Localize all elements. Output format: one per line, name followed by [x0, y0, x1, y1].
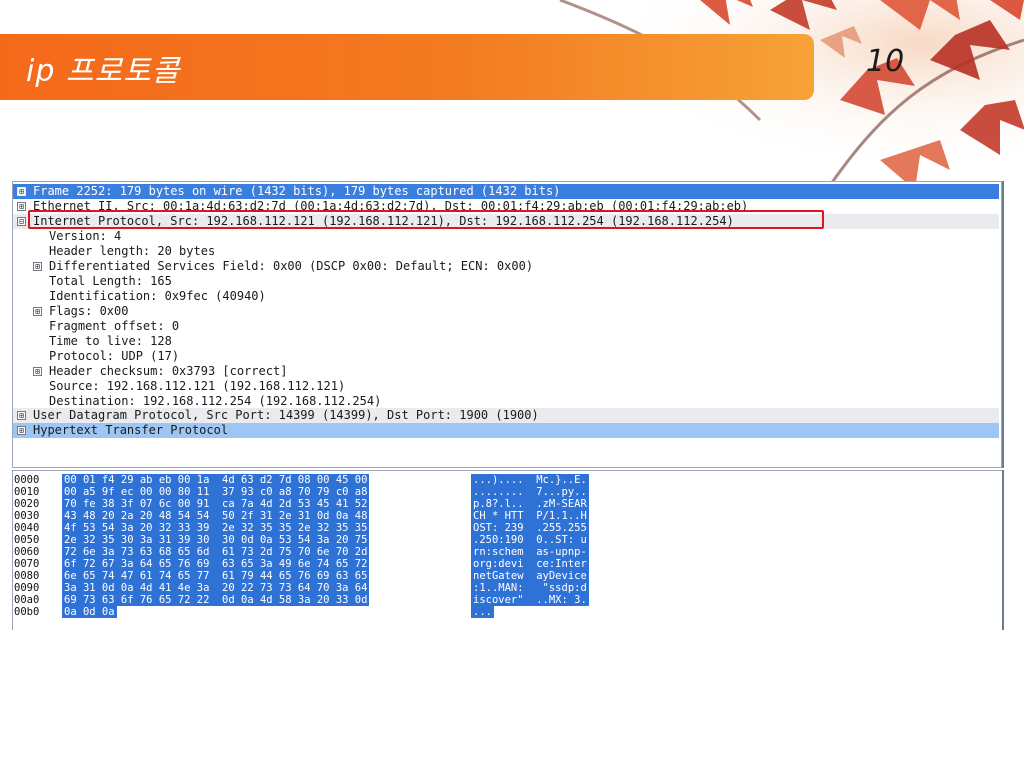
hex-bytes[interactable]: 72 6e 3a 73 63 68 65 6d 61 73 2d 75 70 6…: [62, 546, 370, 558]
hex-offset: 0050: [14, 534, 40, 546]
expand-icon[interactable]: ⊞: [33, 262, 42, 271]
tree-row-destination[interactable]: Destination: 192.168.112.254 (192.168.11…: [13, 394, 999, 409]
hex-row: 0050 2e 32 35 30 3a 31 39 30 30 0d 0a 53…: [13, 534, 589, 546]
tree-row-total-length[interactable]: Total Length: 165: [13, 274, 999, 289]
tree-row-internet-protocol[interactable]: ⊟ Internet Protocol, Src: 192.168.112.12…: [13, 214, 999, 229]
expand-icon[interactable]: ⊞: [33, 307, 42, 316]
tree-row-label: Protocol: UDP (17): [49, 349, 180, 363]
hex-offset: 00b0: [14, 606, 40, 618]
expand-icon[interactable]: ⊞: [17, 202, 26, 211]
hex-ascii[interactable]: ...).... Mc.}..E.: [471, 474, 589, 486]
collapse-icon[interactable]: ⊟: [17, 217, 26, 226]
tree-row-label: Source: 192.168.112.121 (192.168.112.121…: [49, 379, 346, 393]
hex-bytes[interactable]: 2e 32 35 30 3a 31 39 30 30 0d 0a 53 54 3…: [62, 534, 370, 546]
tree-row-protocol[interactable]: Protocol: UDP (17): [13, 349, 999, 364]
tree-row-source[interactable]: Source: 192.168.112.121 (192.168.112.121…: [13, 379, 999, 394]
hex-row: 0060 72 6e 3a 73 63 68 65 6d 61 73 2d 75…: [13, 546, 589, 558]
hex-bytes[interactable]: 6e 65 74 47 61 74 65 77 61 79 44 65 76 6…: [62, 570, 370, 582]
hex-ascii[interactable]: OST: 239 .255.255: [471, 522, 589, 534]
hex-bytes[interactable]: 69 73 63 6f 76 65 72 22 0d 0a 4d 58 3a 2…: [62, 594, 370, 606]
hex-ascii[interactable]: iscover" ..MX: 3.: [471, 594, 589, 606]
hex-offset: 0070: [14, 558, 40, 570]
hex-row: 0010 00 a5 9f ec 00 00 80 11 37 93 c0 a8…: [13, 486, 589, 498]
bytes-pane-scrollbar[interactable]: [1002, 470, 1004, 630]
tree-row-udp[interactable]: ⊞ User Datagram Protocol, Src Port: 1439…: [13, 408, 999, 423]
tree-row-label: Fragment offset: 0: [49, 319, 180, 333]
tree-row-label: Time to live: 128: [49, 334, 172, 348]
hex-bytes[interactable]: 6f 72 67 3a 64 65 76 69 63 65 3a 49 6e 7…: [62, 558, 370, 570]
page-number: 10: [866, 44, 905, 79]
hex-row: 0070 6f 72 67 3a 64 65 76 69 63 65 3a 49…: [13, 558, 589, 570]
tree-row-label: Destination: 192.168.112.254 (192.168.11…: [49, 394, 382, 408]
tree-row-label: Hypertext Transfer Protocol: [33, 423, 229, 437]
packet-details-pane[interactable]: ⊞ Frame 2252: 179 bytes on wire (1432 bi…: [12, 181, 1002, 468]
hex-offset: 0060: [14, 546, 40, 558]
hex-offset: 0010: [14, 486, 40, 498]
hex-offset: 0020: [14, 498, 40, 510]
tree-row-flags[interactable]: ⊞ Flags: 0x00: [13, 304, 999, 319]
tree-row-frame[interactable]: ⊞ Frame 2252: 179 bytes on wire (1432 bi…: [13, 184, 999, 199]
hex-row: 0040 4f 53 54 3a 20 32 33 39 2e 32 35 35…: [13, 522, 589, 534]
hex-offset: 0000: [14, 474, 40, 486]
slide-title: ip 프로토콜: [26, 54, 181, 89]
tree-row-label: User Datagram Protocol, Src Port: 14399 …: [33, 408, 539, 422]
tree-row-version[interactable]: Version: 4: [13, 229, 999, 244]
detail-pane-scrollbar[interactable]: [1002, 181, 1004, 468]
hex-row: 0090 3a 31 0d 0a 4d 41 4e 3a 20 22 73 73…: [13, 582, 589, 594]
hex-bytes[interactable]: 0a 0d 0a: [62, 606, 117, 618]
tree-row-identification[interactable]: Identification: 0x9fec (40940): [13, 289, 999, 304]
hex-row: 00a0 69 73 63 6f 76 65 72 22 0d 0a 4d 58…: [13, 594, 589, 606]
tree-row-label: Total Length: 165: [49, 274, 172, 288]
tree-row-label: Header checksum: 0x3793 [correct]: [49, 364, 288, 378]
hex-offset: 00a0: [14, 594, 40, 606]
hex-offset: 0040: [14, 522, 40, 534]
hex-bytes[interactable]: 00 a5 9f ec 00 00 80 11 37 93 c0 a8 70 7…: [62, 486, 370, 498]
tree-row-header-length[interactable]: Header length: 20 bytes: [13, 244, 999, 259]
tree-row-label: Header length: 20 bytes: [49, 244, 216, 258]
tree-row-label: Flags: 0x00: [49, 304, 129, 318]
hex-bytes[interactable]: 43 48 20 2a 20 48 54 54 50 2f 31 2e 31 0…: [62, 510, 370, 522]
tree-row-label: Internet Protocol, Src: 192.168.112.121 …: [33, 214, 734, 228]
hex-offset: 0090: [14, 582, 40, 594]
packet-bytes-pane[interactable]: 0000 00 01 f4 29 ab eb 00 1a 4d 63 d2 7d…: [12, 470, 1002, 630]
tree-row-checksum[interactable]: ⊞ Header checksum: 0x3793 [correct]: [13, 364, 999, 379]
hex-offset: 0080: [14, 570, 40, 582]
hex-ascii[interactable]: p.8?.l.. .zM-SEAR: [471, 498, 589, 510]
tree-row-http[interactable]: ⊞ Hypertext Transfer Protocol: [13, 423, 999, 438]
tree-row-label: Ethernet II, Src: 00:1a:4d:63:d2:7d (00:…: [33, 199, 749, 213]
hex-ascii[interactable]: netGatew ayDevice: [471, 570, 589, 582]
tree-row-ethernet[interactable]: ⊞ Ethernet II, Src: 00:1a:4d:63:d2:7d (0…: [13, 199, 999, 214]
hex-ascii[interactable]: CH * HTT P/1.1..H: [471, 510, 589, 522]
hex-ascii[interactable]: rn:schem as-upnp-: [471, 546, 589, 558]
expand-icon[interactable]: ⊞: [17, 187, 26, 196]
hex-ascii[interactable]: ...: [471, 606, 494, 618]
tree-row-ttl[interactable]: Time to live: 128: [13, 334, 999, 349]
hex-ascii[interactable]: ........ 7...py..: [471, 486, 589, 498]
tree-row-dsfield[interactable]: ⊞ Differentiated Services Field: 0x00 (D…: [13, 259, 999, 274]
hex-ascii[interactable]: :1..MAN: "ssdp:d: [471, 582, 589, 594]
hex-ascii[interactable]: org:devi ce:Inter: [471, 558, 589, 570]
hex-bytes[interactable]: 70 fe 38 3f 07 6c 00 91 ca 7a 4d 2d 53 4…: [62, 498, 370, 510]
tree-row-label: Frame 2252: 179 bytes on wire (1432 bits…: [33, 184, 561, 198]
hex-row: 0030 43 48 20 2a 20 48 54 54 50 2f 31 2e…: [13, 510, 589, 522]
tree-row-label: Differentiated Services Field: 0x00 (DSC…: [49, 259, 534, 273]
hex-row: 0080 6e 65 74 47 61 74 65 77 61 79 44 65…: [13, 570, 589, 582]
hex-ascii[interactable]: .250:190 0..ST: u: [471, 534, 589, 546]
tree-row-label: Identification: 0x9fec (40940): [49, 289, 266, 303]
hex-bytes[interactable]: 4f 53 54 3a 20 32 33 39 2e 32 35 35 2e 3…: [62, 522, 370, 534]
hex-bytes[interactable]: 3a 31 0d 0a 4d 41 4e 3a 20 22 73 73 64 7…: [62, 582, 370, 594]
tree-row-label: Version: 4: [49, 229, 122, 243]
expand-icon[interactable]: ⊞: [17, 426, 26, 435]
expand-icon[interactable]: ⊞: [17, 411, 26, 420]
hex-offset: 0030: [14, 510, 40, 522]
expand-icon[interactable]: ⊞: [33, 367, 42, 376]
hex-row: 0020 70 fe 38 3f 07 6c 00 91 ca 7a 4d 2d…: [13, 498, 589, 510]
hex-bytes[interactable]: 00 01 f4 29 ab eb 00 1a 4d 63 d2 7d 08 0…: [62, 474, 370, 486]
hex-row: 00b0 0a 0d 0a ...: [13, 606, 494, 618]
tree-row-fragment-offset[interactable]: Fragment offset: 0: [13, 319, 999, 334]
hex-row: 0000 00 01 f4 29 ab eb 00 1a 4d 63 d2 7d…: [13, 474, 589, 486]
